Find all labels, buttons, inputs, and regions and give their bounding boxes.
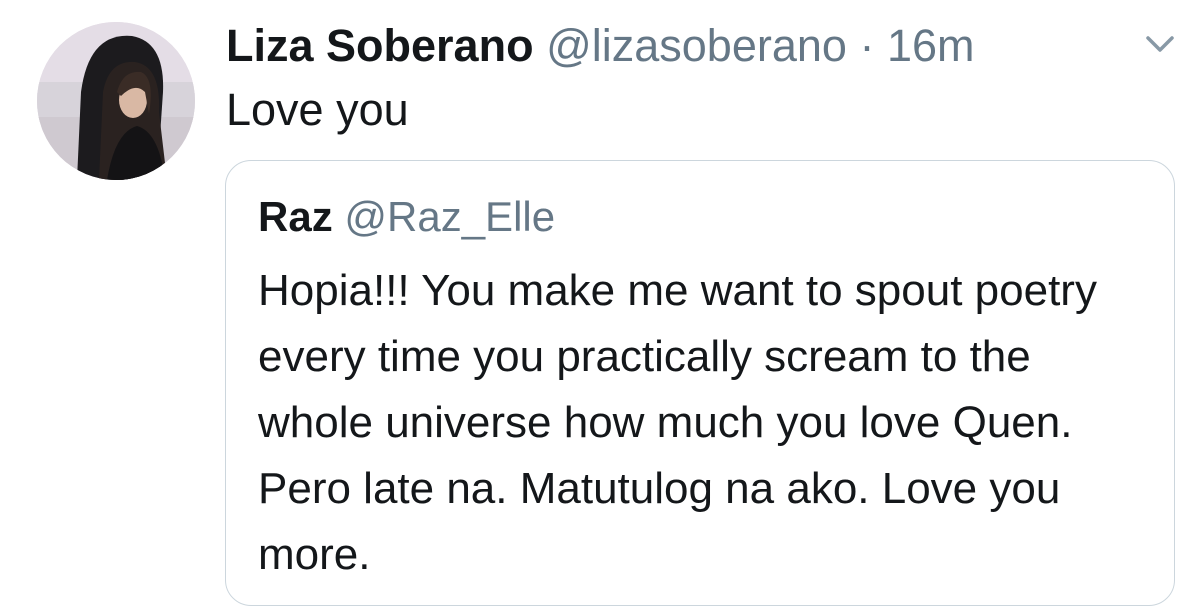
author-handle[interactable]: @lizasoberano	[546, 20, 847, 71]
tweet-header: Liza Soberano @lizasoberano · 16m	[226, 18, 975, 74]
quoted-tweet-card[interactable]: Raz @Raz_Elle Hopia!!! You make me want …	[225, 160, 1175, 606]
tweet-text: Love you	[226, 84, 409, 135]
chevron-down-icon[interactable]	[1142, 32, 1178, 56]
quoted-author-handle: @Raz_Elle	[344, 193, 556, 240]
quoted-tweet-text: Hopia!!! You make me want to spout poetr…	[258, 266, 1097, 579]
author-name[interactable]: Liza Soberano	[226, 20, 534, 71]
tweet[interactable]: Liza Soberano @lizasoberano · 16m Love y…	[0, 0, 1200, 613]
avatar-image	[37, 22, 195, 180]
quoted-author-name: Raz	[258, 193, 333, 240]
timestamp[interactable]: 16m	[887, 20, 975, 71]
separator-dot: ·	[859, 20, 875, 71]
avatar[interactable]	[37, 22, 195, 180]
quoted-tweet-header: Raz @Raz_Elle	[258, 191, 555, 243]
